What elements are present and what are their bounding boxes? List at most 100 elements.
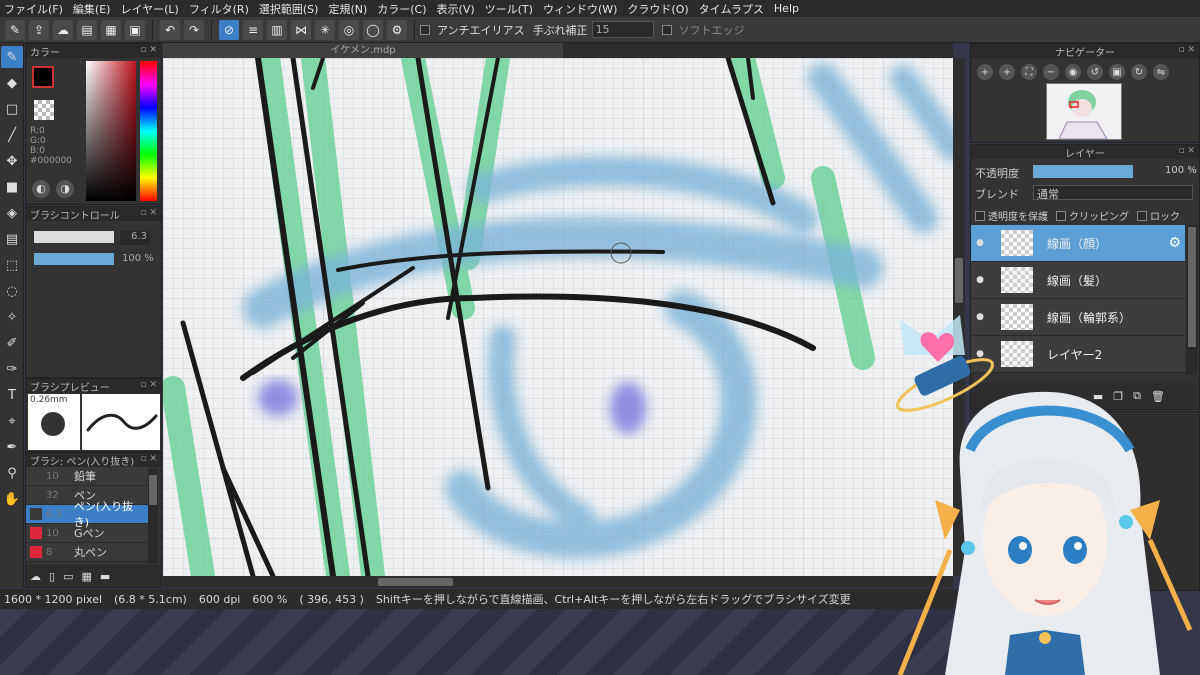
soft-edge-checkbox[interactable] <box>661 24 672 35</box>
menu-filter[interactable]: フィルタ(R) <box>189 1 249 17</box>
menu-tool[interactable]: ツール(T) <box>485 1 533 17</box>
brush-list-scrollbar[interactable] <box>148 469 158 563</box>
brush-tool-icon[interactable]: ✎ <box>1 46 23 68</box>
text-tool-icon[interactable]: T <box>1 384 23 406</box>
menu-cloud[interactable]: クラウド(O) <box>627 1 688 17</box>
document-tab[interactable]: イケメン.mdp <box>163 43 563 58</box>
palette-add-icon[interactable]: ◑ <box>56 180 74 198</box>
select-eraser-tool-icon[interactable]: ✑ <box>1 358 23 380</box>
move-tool-icon[interactable]: ✥ <box>1 150 23 172</box>
layer-thumbnail <box>1001 267 1033 293</box>
snap-radial-icon[interactable]: ✳ <box>315 19 335 40</box>
select-rect-tool-icon[interactable]: □ <box>1 98 23 120</box>
brush-opacity-slider[interactable] <box>34 253 114 265</box>
palette-icon[interactable]: ◐ <box>32 180 50 198</box>
saturation-value-picker[interactable] <box>86 61 136 201</box>
lasso-rect-tool-icon[interactable]: ⬚ <box>1 254 23 276</box>
magic-wand-tool-icon[interactable]: ✧ <box>1 306 23 328</box>
rotate-right-icon[interactable]: ↻ <box>1131 64 1147 80</box>
zoom-out-icon[interactable]: − <box>1043 64 1059 80</box>
gradient-tool-icon[interactable]: ▤ <box>1 228 23 250</box>
zoom-in-2-icon[interactable]: + <box>999 64 1015 80</box>
fill-shape-tool-icon[interactable]: ■ <box>1 176 23 198</box>
horizontal-scrollbar[interactable] <box>163 576 953 588</box>
brush-copy-icon[interactable]: ▭ <box>63 570 73 583</box>
document-tab-bar: イケメン.mdp <box>163 43 953 58</box>
brush-item[interactable]: 8 丸ペン <box>26 543 148 562</box>
visibility-icon[interactable]: ● <box>971 238 989 248</box>
brush-item[interactable]: 6.3 ペン(入り抜き) <box>26 500 148 529</box>
layer-item-face-lineart[interactable]: ● 線画（顔） ⚙ <box>971 225 1185 262</box>
layer-thumbnail <box>1001 230 1033 256</box>
menu-ruler[interactable]: 定規(N) <box>328 1 367 17</box>
protect-alpha-checkbox[interactable] <box>975 210 985 221</box>
zoom-in-icon[interactable]: + <box>977 64 993 80</box>
layer-name: 線画（顔） <box>1047 236 1108 251</box>
brush-item[interactable]: 10 鉛筆 <box>26 467 148 486</box>
brush-folder-icon[interactable]: ▬ <box>100 570 110 583</box>
menu-window[interactable]: ウィンドウ(W) <box>543 1 617 17</box>
brush-new-icon[interactable]: ▯ <box>49 570 55 583</box>
snap-vanish-icon[interactable]: ⋈ <box>291 19 311 40</box>
antialias-checkbox[interactable] <box>420 24 430 35</box>
menu-edit[interactable]: 編集(E) <box>73 1 111 17</box>
share-icon[interactable]: ⇪ <box>29 19 49 40</box>
dropper-tool-icon[interactable]: ⚲ <box>1 462 23 484</box>
lasso-ellipse-tool-icon[interactable]: ◌ <box>1 280 23 302</box>
line-tool-icon[interactable]: ╱ <box>1 124 23 146</box>
transparent-color-swatch[interactable] <box>34 100 54 120</box>
status-hint: Shiftキーを押しながらで直線描画、Ctrl+Altキーを押しながら左右ドラッ… <box>375 593 851 606</box>
menu-view[interactable]: 表示(V) <box>437 1 475 17</box>
eyedropper-tool-icon[interactable]: ✒ <box>1 436 23 458</box>
drawing-canvas[interactable] <box>163 58 953 576</box>
select-pen-tool-icon[interactable]: ✐ <box>1 332 23 354</box>
foreground-color-swatch[interactable] <box>32 66 54 88</box>
menu-color[interactable]: カラー(C) <box>377 1 426 17</box>
lock-checkbox[interactable] <box>1137 210 1147 221</box>
layer-opacity-slider[interactable] <box>1033 165 1133 178</box>
snap-settings-icon[interactable]: ⚙ <box>387 19 407 40</box>
flip-icon[interactable]: ⇋ <box>1153 64 1169 80</box>
visibility-icon[interactable]: ● <box>971 275 989 285</box>
clipping-checkbox[interactable] <box>1056 210 1066 221</box>
save-icon[interactable]: ▣ <box>125 19 145 40</box>
eraser-tool-icon[interactable]: ◆ <box>1 72 23 94</box>
rotate-left-icon[interactable]: ↺ <box>1087 64 1103 80</box>
layer-item-hair-lineart[interactable]: ● 線画（髪） <box>971 262 1185 299</box>
snap-parallel-icon[interactable]: ≡ <box>243 19 263 40</box>
snap-curve-icon[interactable]: ◯ <box>363 19 383 40</box>
pen-icon[interactable]: ✎ <box>5 19 25 40</box>
hand-tool-icon[interactable]: ✋ <box>1 488 23 510</box>
bucket-tool-icon[interactable]: ◈ <box>1 202 23 224</box>
brush-cloud-icon[interactable]: ☁ <box>30 570 41 583</box>
navigator-thumbnail[interactable] <box>1046 83 1122 140</box>
brush-settings-icon[interactable]: ▦ <box>81 570 91 583</box>
comment-icon[interactable]: ☁ <box>53 19 73 40</box>
layer-settings-icon[interactable]: ⚙ <box>1168 235 1181 251</box>
snap-circle-icon[interactable]: ◎ <box>339 19 359 40</box>
stabilizer-label: 手ぶれ補正 <box>532 23 588 37</box>
divide-tool-icon[interactable]: ⌖ <box>1 410 23 432</box>
fit-icon[interactable]: ⛶ <box>1021 64 1037 80</box>
brush-size-value[interactable]: 6.3 <box>120 231 150 245</box>
menu-timelapse[interactable]: タイムラプス <box>699 1 764 17</box>
brush-size-slider[interactable] <box>34 231 114 243</box>
stabilizer-select[interactable]: 15 <box>591 21 654 38</box>
menu-file[interactable]: ファイル(F) <box>4 1 63 17</box>
hue-slider[interactable] <box>140 61 157 201</box>
message-icon[interactable]: ▤ <box>77 19 97 40</box>
menu-selection[interactable]: 選択範囲(S) <box>259 1 319 17</box>
blend-select[interactable]: 通常 <box>1033 185 1193 201</box>
grid-icon[interactable]: ▦ <box>101 19 121 40</box>
full-fit-icon[interactable]: ▣ <box>1109 64 1125 80</box>
brush-size: 10 <box>46 527 59 539</box>
snap-off-icon[interactable]: ⊘ <box>219 19 239 40</box>
menu-help[interactable]: Help <box>774 2 799 15</box>
layers-title: レイヤー ▫ ✕ <box>971 145 1199 160</box>
snap-crosshair-icon[interactable]: ▥ <box>267 19 287 40</box>
menu-layer[interactable]: レイヤー(L) <box>120 1 178 17</box>
redo-icon[interactable]: ↷ <box>184 19 204 40</box>
actual-size-icon[interactable]: ◉ <box>1065 64 1081 80</box>
brush-tip-size: 0.26mm <box>30 395 68 405</box>
undo-icon[interactable]: ↶ <box>160 19 180 40</box>
